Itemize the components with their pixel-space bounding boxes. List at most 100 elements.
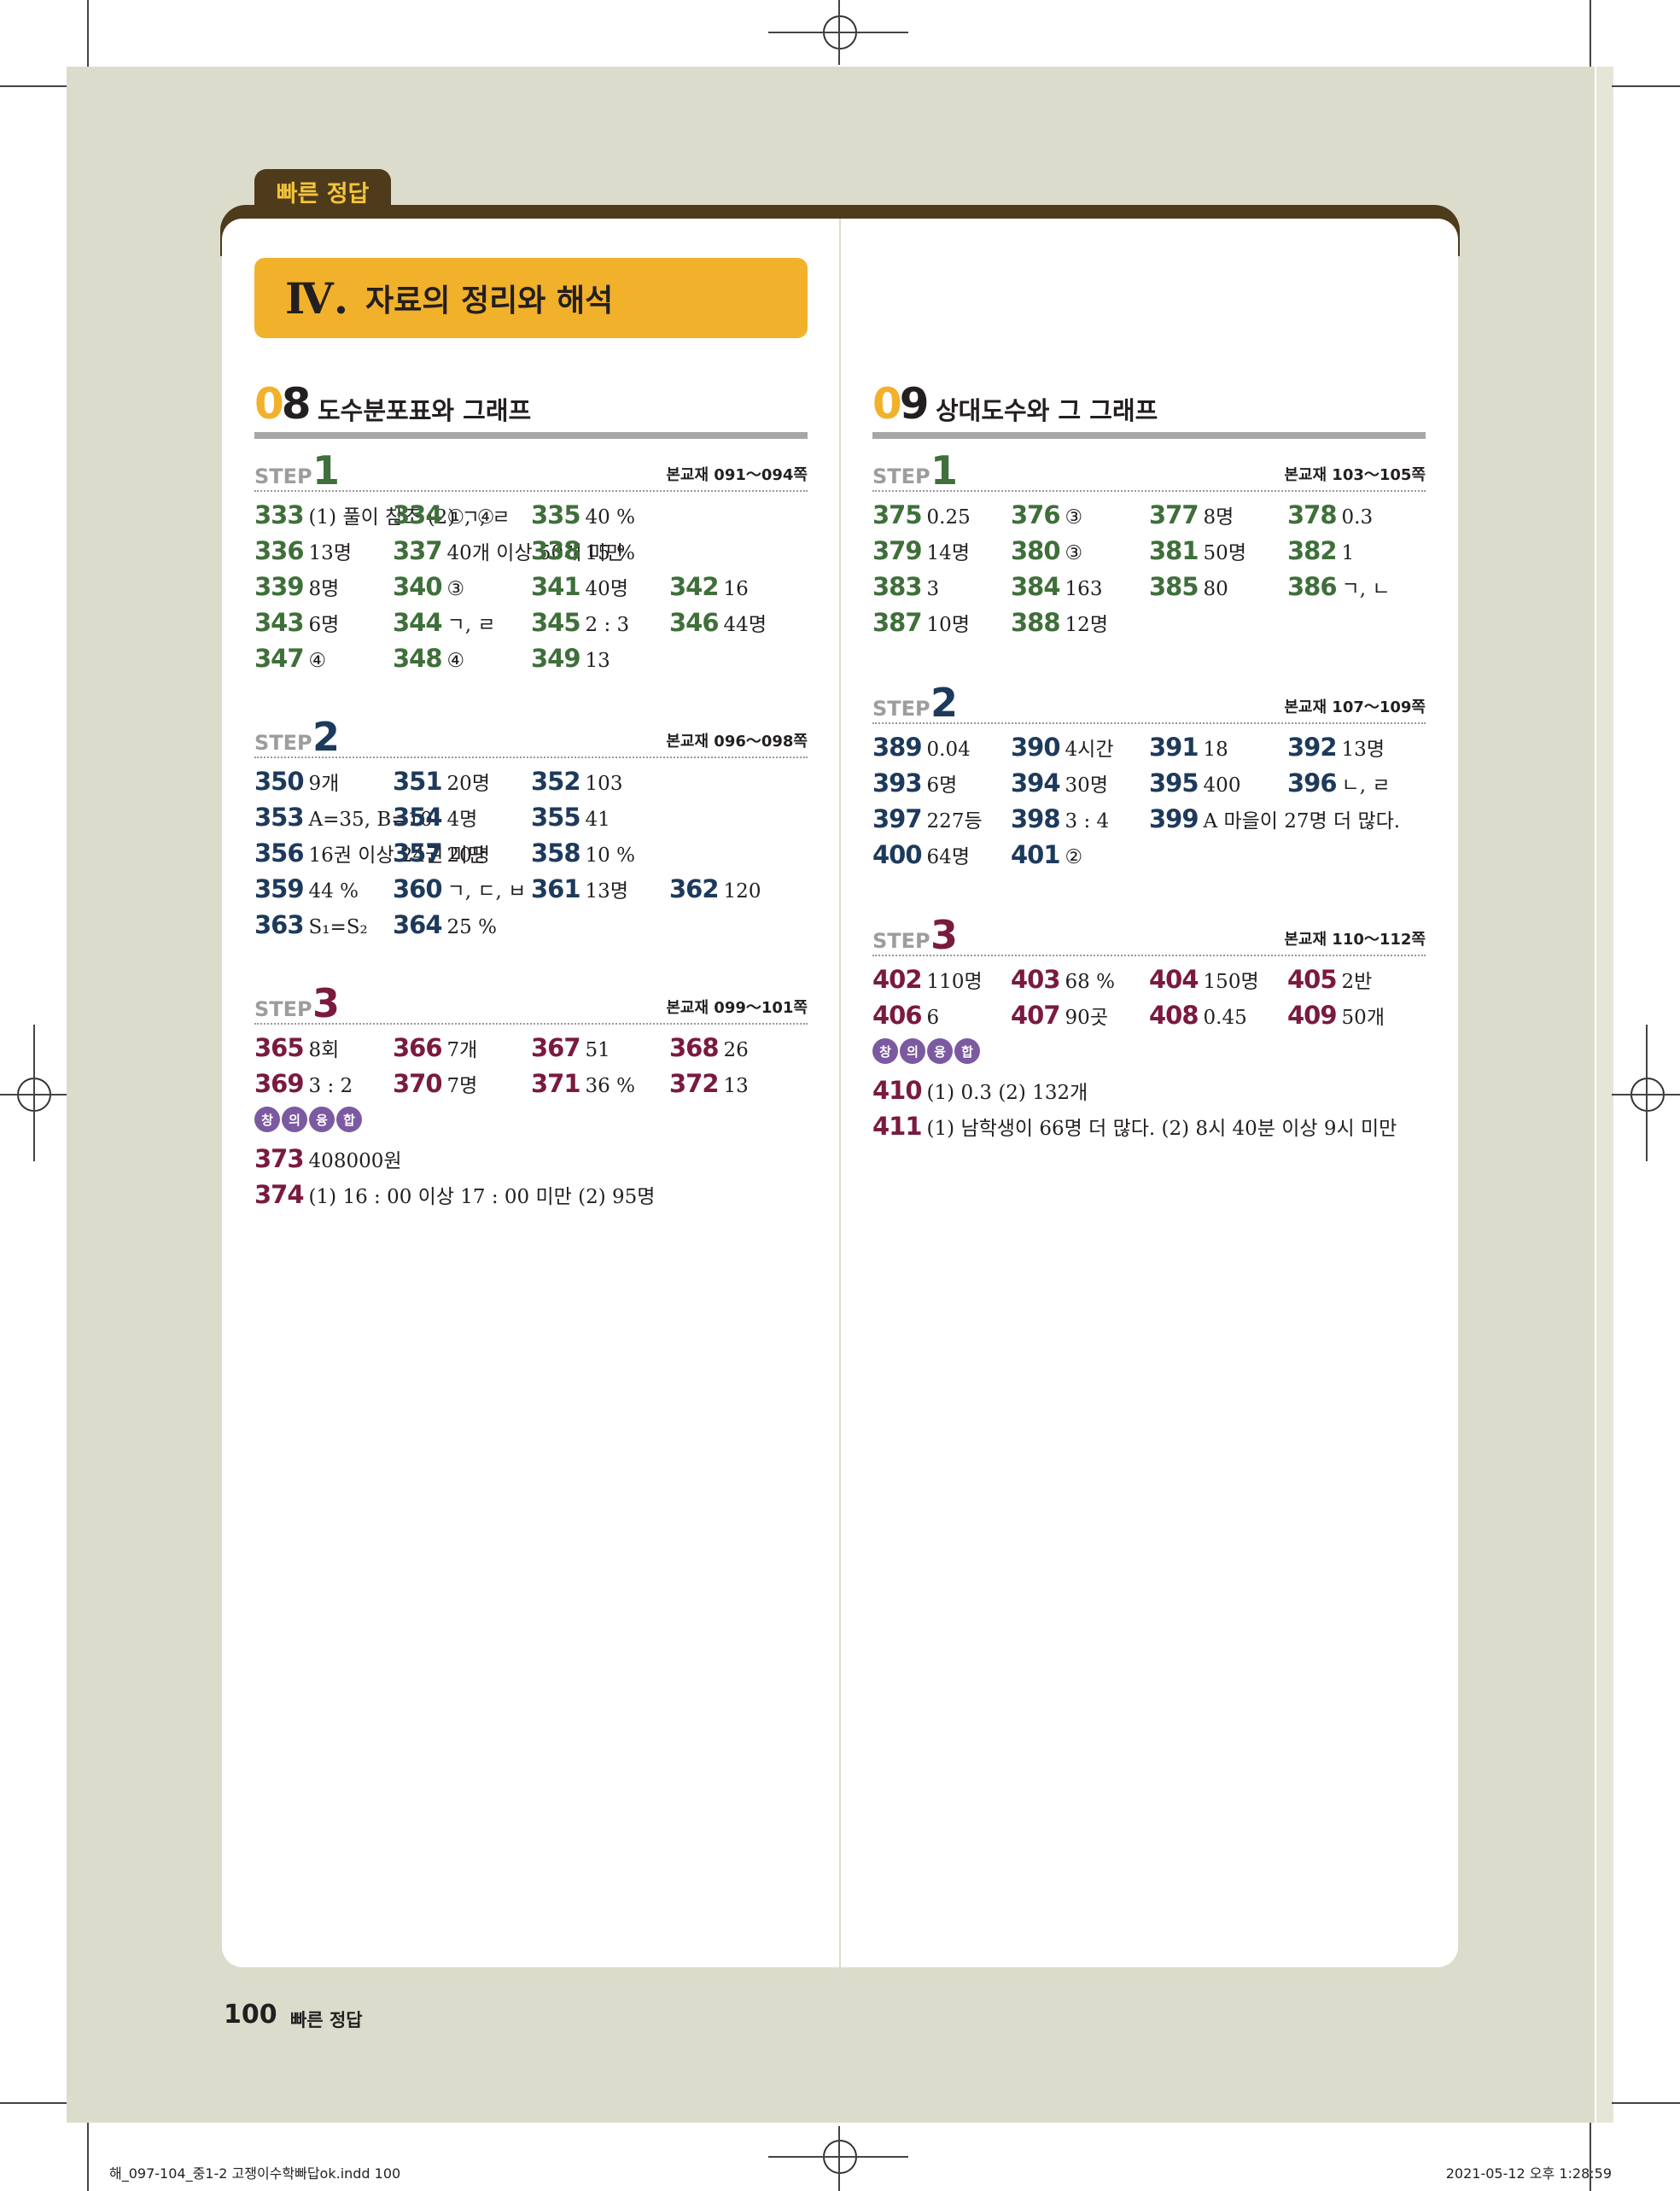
question-number: 340 <box>393 572 443 601</box>
question-number: 384 <box>1011 572 1061 601</box>
answer-text: 13 <box>723 1075 749 1097</box>
answer-text: (1) 남학생이 66명 더 많다. (2) 8시 40분 이상 9시 미만 <box>926 1118 1397 1140</box>
creative-fusion-badges: 창의융합 <box>872 1038 980 1067</box>
answer-item: 341 40명 <box>531 572 628 601</box>
question-number: 383 <box>872 572 923 601</box>
answer-text: 6명 <box>308 614 340 636</box>
question-number: 333 <box>254 500 305 529</box>
badge-char: 융 <box>309 1107 335 1132</box>
question-number: 371 <box>531 1069 581 1098</box>
answer-text: 20명 <box>446 773 490 795</box>
question-number: 345 <box>531 608 581 637</box>
answer-text: ㄱ, ㄷ, ㅂ <box>446 880 527 903</box>
question-number: 399 <box>1149 804 1199 833</box>
question-number: 364 <box>393 910 443 939</box>
chapter-number-digit: 8 <box>281 379 312 429</box>
answer-text: 20명 <box>446 844 490 867</box>
answer-item: 336 13명 <box>254 536 352 565</box>
crop-mark <box>87 2123 89 2191</box>
answer-item: 363 S₁=S₂ <box>254 910 368 939</box>
answer-item: 345 2 : 3 <box>531 608 629 637</box>
question-number: 350 <box>254 767 305 796</box>
chapter-heading: 08 도수분포표와 그래프 <box>254 379 808 439</box>
answer-text: 26 <box>723 1039 749 1061</box>
answer-item: 369 3 : 2 <box>254 1069 353 1098</box>
answer-text: 50개 <box>1341 1007 1385 1029</box>
answer-item: 406 6 <box>872 1001 939 1030</box>
crop-mark <box>87 0 89 67</box>
question-number: 346 <box>669 608 720 637</box>
answer-text: 68 % <box>1065 971 1115 993</box>
question-number: 388 <box>1011 608 1061 637</box>
question-number: 353 <box>254 803 305 832</box>
answer-item: 377 8명 <box>1149 500 1234 529</box>
answer-item: 395 400 <box>1149 768 1240 798</box>
answer-text: 90곳 <box>1065 1007 1108 1029</box>
answer-text: 150명 <box>1203 971 1259 993</box>
answer-item: 386 ㄱ, ㄴ <box>1287 572 1391 601</box>
answer-text: 7명 <box>446 1075 478 1097</box>
answer-item: 342 16 <box>669 572 749 601</box>
answer-text: A 마을이 27명 더 많다. <box>1203 810 1401 833</box>
crop-mark <box>0 85 67 87</box>
answer-text: 110명 <box>926 971 983 993</box>
answer-item: 350 9개 <box>254 767 339 796</box>
question-number: 381 <box>1149 536 1199 565</box>
question-number: 408 <box>1149 1001 1199 1030</box>
question-number: 337 <box>393 536 443 565</box>
answer-item: 368 26 <box>669 1033 749 1062</box>
answer-item: 347 ④ <box>254 644 326 673</box>
textbook-page-ref: 본교재 096～098쪽 <box>666 733 808 751</box>
question-number: 368 <box>669 1033 720 1062</box>
question-number: 385 <box>1149 572 1199 601</box>
question-number: 396 <box>1287 768 1338 798</box>
answer-item: 401 ② <box>1011 840 1082 869</box>
question-number: 367 <box>531 1033 581 1062</box>
answer-text: 80 <box>1203 578 1228 600</box>
answer-item: 381 50명 <box>1149 536 1246 565</box>
answer-text: 7개 <box>446 1039 478 1061</box>
answer-item: 398 3 : 4 <box>1011 804 1109 833</box>
answer-item: 394 30명 <box>1011 768 1108 798</box>
answer-item: 334 ①, ④ <box>393 500 494 529</box>
badge-char: 합 <box>336 1107 362 1132</box>
badge-char: 창 <box>254 1107 280 1132</box>
answer-item: 378 0.3 <box>1287 500 1373 529</box>
answer-item: 385 80 <box>1149 572 1228 601</box>
question-number: 347 <box>254 644 305 673</box>
question-number: 370 <box>393 1069 443 1098</box>
question-number: 351 <box>393 767 443 796</box>
question-number: 378 <box>1287 500 1338 529</box>
question-number: 406 <box>872 1001 923 1030</box>
answer-item: 335 40 % <box>531 500 635 529</box>
answer-item: 399 A 마을이 27명 더 많다. <box>1149 804 1400 833</box>
chapter-number-zero: 0 <box>872 379 902 429</box>
step-label: STEP <box>872 464 930 488</box>
answer-item: 367 51 <box>531 1033 610 1062</box>
chapter-number-digit: 9 <box>899 379 930 429</box>
step-number: 2 <box>930 680 959 726</box>
question-number: 380 <box>1011 536 1061 565</box>
answer-text: 2 : 3 <box>585 614 630 636</box>
unit-title: 자료의 정리와 해석 <box>365 283 614 318</box>
answer-item: 407 90곳 <box>1011 1001 1108 1030</box>
answer-text: ㄱ, ㄹ <box>446 614 496 636</box>
answer-text: 2반 <box>1341 971 1373 993</box>
answer-item: 348 ④ <box>393 644 464 673</box>
answer-item: 409 50개 <box>1287 1001 1385 1030</box>
answer-text: 64명 <box>926 846 970 868</box>
badge-char: 융 <box>927 1038 953 1064</box>
question-number: 360 <box>393 874 443 903</box>
answer-item: 376 ③ <box>1011 500 1082 529</box>
answer-text: ④ <box>308 650 327 672</box>
answer-text: 25 % <box>446 916 497 938</box>
slug-file: 해_097-104_중1-2 고쟁이수학빠답ok.indd 100 <box>109 2165 401 2182</box>
answer-item: 362 120 <box>669 874 761 903</box>
question-number: 405 <box>1287 965 1338 994</box>
answer-text: ③ <box>446 578 465 600</box>
answer-text: ④ <box>446 650 465 672</box>
step-header: STEP 3 본교재 110～112쪽 <box>872 912 1426 958</box>
question-number: 339 <box>254 572 305 601</box>
answer-item: 404 150명 <box>1149 965 1259 994</box>
answer-text: 40명 <box>585 578 628 600</box>
